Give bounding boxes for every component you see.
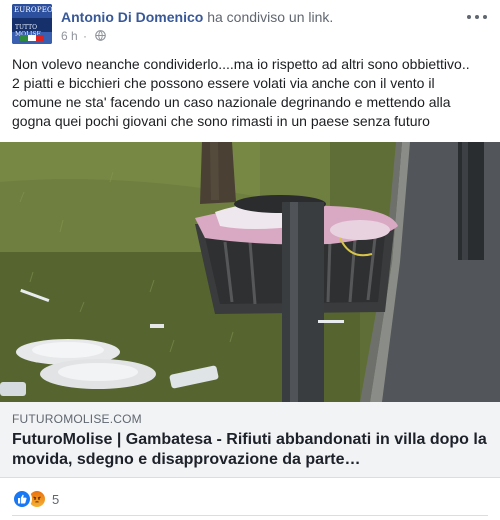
flag-icon bbox=[20, 35, 44, 41]
avatar[interactable]: EUROPEO TUTTO MOLISE bbox=[12, 4, 52, 44]
post-text-line: 2 piatti e bicchieri che possono essere … bbox=[12, 75, 435, 91]
post-text-line: comune ne sta' facendo un caso nazionale… bbox=[12, 94, 451, 110]
reactions-summary[interactable]: 5 bbox=[12, 488, 59, 510]
globe-icon[interactable] bbox=[95, 30, 107, 41]
like-icon[interactable] bbox=[12, 489, 32, 509]
post-meta: 6 h · bbox=[61, 28, 107, 44]
post-message: Non volevo neanche condividerlo....ma io… bbox=[12, 55, 490, 131]
divider bbox=[12, 515, 488, 516]
meta-separator: · bbox=[83, 29, 88, 43]
shared-link-image[interactable] bbox=[0, 142, 500, 402]
avatar-text-top: EUROPEO bbox=[14, 6, 52, 14]
share-action-text: ha condiviso un link. bbox=[207, 9, 334, 25]
post-text-line: gogna quei pochi giovani che sono rimast… bbox=[12, 113, 430, 129]
post-text-line: Non volevo neanche condividerlo....ma io… bbox=[12, 56, 470, 72]
link-preview[interactable]: FUTUROMOLISE.COM FuturoMolise | Gambates… bbox=[0, 402, 500, 478]
link-domain: FUTUROMOLISE.COM bbox=[12, 412, 142, 426]
facebook-post: EUROPEO TUTTO MOLISE Antonio Di Domenico… bbox=[0, 0, 500, 520]
link-title[interactable]: FuturoMolise | Gambatesa - Rifiuti abban… bbox=[12, 430, 492, 470]
more-options-icon[interactable] bbox=[466, 10, 488, 24]
post-header: EUROPEO TUTTO MOLISE Antonio Di Domenico… bbox=[0, 0, 500, 50]
post-title-line: Antonio Di Domenico ha condiviso un link… bbox=[61, 8, 333, 26]
reaction-count[interactable]: 5 bbox=[52, 492, 59, 507]
post-timestamp[interactable]: 6 h bbox=[61, 29, 78, 43]
park-trash-photo bbox=[0, 142, 500, 402]
author-name[interactable]: Antonio Di Domenico bbox=[61, 9, 203, 25]
